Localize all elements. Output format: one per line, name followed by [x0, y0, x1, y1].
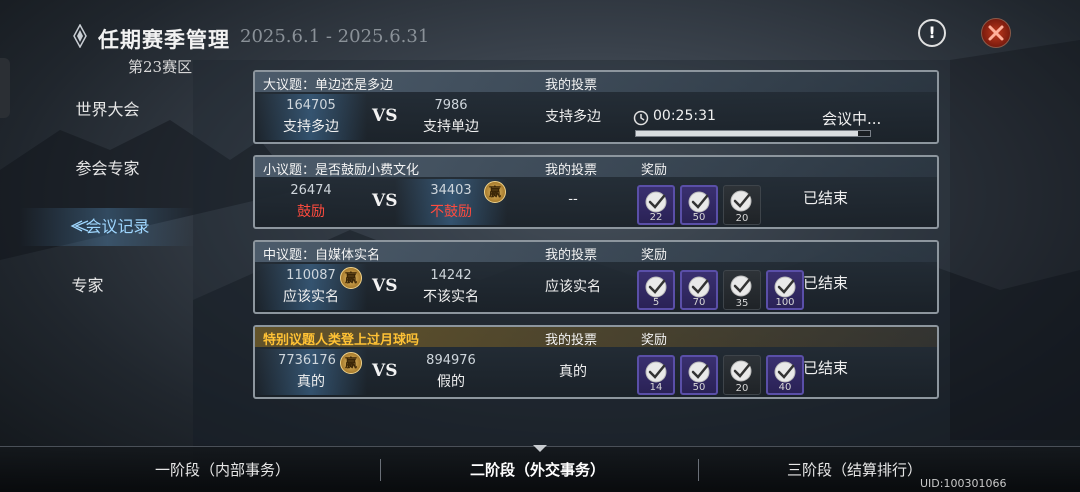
topic-card-special: 特别议题人类登上过月球吗 我的投票 奖励 7736176 真的 赢 VS 894… [253, 325, 939, 399]
phase-bar: 一阶段（内部事务） 二阶段（外交事务） 三阶段（结算排行） UID:100301… [0, 445, 1080, 492]
reward-item[interactable]: 22 [637, 185, 675, 225]
reward-count: 40 [778, 382, 792, 393]
season-zone-label: 第23赛区 [128, 58, 193, 76]
reward-item[interactable]: 100 [766, 270, 804, 310]
active-phase-caret-icon [533, 445, 547, 452]
vs-label: VS [372, 106, 398, 126]
sidebar-item-experts-attending[interactable]: 参会专家 [20, 151, 195, 187]
info-button[interactable]: ! [918, 19, 946, 47]
topic-card-minor: 小议题：是否鼓励小费文化 我的投票 奖励 26474 鼓励 VS 34403 不… [253, 155, 939, 229]
reward-count: 50 [692, 382, 706, 393]
winner-badge: 赢 [340, 267, 362, 289]
reward-count: 100 [775, 297, 795, 308]
sidebar: 世界大会 参会专家 会议记录 专家 [20, 80, 195, 440]
right-option-label: 假的 [437, 374, 465, 390]
my-vote-header: 我的投票 [545, 333, 598, 348]
reward-count: 14 [649, 382, 663, 393]
close-icon [988, 25, 1004, 41]
diamond-logo-icon [73, 24, 87, 48]
season-date-range: 2025.6.1 - 2025.6.31 [240, 26, 430, 47]
left-option-label: 应该实名 [283, 289, 339, 305]
reward-item[interactable]: 40 [766, 355, 804, 395]
right-option-label: 支持单边 [423, 119, 479, 135]
reward-item[interactable]: 14 [637, 355, 675, 395]
my-vote-value: 支持多边 [545, 109, 601, 125]
meeting-status: 已结束 [803, 189, 849, 207]
user-id: UID:100301066 [920, 477, 1007, 490]
right-vote-count: 894976 [426, 353, 476, 368]
reward-item[interactable]: 20 [723, 355, 761, 395]
topic-title: 特别议题人类登上过月球吗 [263, 333, 420, 348]
reward-header: 奖励 [641, 333, 668, 348]
vs-label: VS [372, 361, 398, 381]
topic-title: 大议题：单边还是多边 [263, 78, 394, 93]
reward-item[interactable]: 50 [680, 355, 718, 395]
countdown-timer: 00:25:31 [653, 108, 716, 124]
reward-count: 22 [649, 212, 663, 223]
tab-phase-one[interactable]: 一阶段（内部事务） [155, 459, 290, 480]
topic-card-medium: 中议题：自媒体实名 我的投票 奖励 110087 应该实名 赢 VS 14242… [253, 240, 939, 314]
winner-badge: 赢 [484, 181, 506, 203]
vs-label: VS [372, 191, 398, 211]
reward-count: 20 [735, 213, 749, 224]
reward-header: 奖励 [641, 163, 668, 178]
reward-count: 70 [692, 297, 706, 308]
right-vote-count: 14242 [430, 268, 472, 283]
right-option-label: 不鼓励 [430, 204, 472, 220]
topic-title: 中议题：自媒体实名 [263, 248, 381, 263]
topic-title: 小议题：是否鼓励小费文化 [263, 163, 420, 178]
left-vote-count: 26474 [290, 183, 332, 198]
meeting-status: 会议中... [822, 110, 882, 128]
left-option-label: 支持多边 [283, 119, 339, 135]
reward-count: 20 [735, 383, 749, 394]
reward-item[interactable]: 70 [680, 270, 718, 310]
phase-divider [380, 459, 381, 481]
reward-item[interactable]: 5 [637, 270, 675, 310]
right-option-label: 不该实名 [423, 289, 479, 305]
clock-icon [633, 110, 649, 126]
my-vote-value: 真的 [559, 364, 587, 380]
side-tab-handle [0, 58, 10, 118]
tab-phase-three[interactable]: 三阶段（结算排行） [787, 459, 922, 480]
my-vote-value: 应该实名 [545, 279, 601, 295]
phase-divider [698, 459, 699, 481]
reward-item[interactable]: 50 [680, 185, 718, 225]
meeting-progress-bar [635, 130, 871, 137]
right-vote-count: 7986 [434, 98, 468, 113]
left-option-label: 鼓励 [297, 204, 325, 220]
reward-count: 5 [652, 297, 660, 308]
my-vote-header: 我的投票 [545, 163, 598, 178]
topic-card-major: 大议题：单边还是多边 我的投票 164705 支持多边 VS 7986 支持单边… [253, 70, 939, 144]
my-vote-header: 我的投票 [545, 78, 598, 93]
reward-count: 50 [692, 212, 706, 223]
meeting-status: 已结束 [803, 359, 849, 377]
reward-item[interactable]: 35 [723, 270, 761, 310]
reward-count: 35 [735, 298, 749, 309]
sidebar-item-world-congress[interactable]: 世界大会 [20, 92, 195, 128]
meeting-progress-fill [636, 131, 859, 136]
left-vote-count: 164705 [286, 98, 336, 113]
reward-item[interactable]: 20 [723, 185, 761, 225]
my-vote-header: 我的投票 [545, 248, 598, 263]
my-vote-value: -- [568, 191, 578, 207]
page-title: 任期赛季管理 [98, 27, 230, 52]
close-button[interactable] [981, 18, 1011, 48]
reward-header: 奖励 [641, 248, 668, 263]
vs-label: VS [372, 276, 398, 296]
sidebar-item-experts[interactable]: 专家 [0, 268, 175, 304]
winner-badge: 赢 [340, 352, 362, 374]
left-option-label: 真的 [297, 374, 325, 390]
meeting-status: 已结束 [803, 274, 849, 292]
tab-phase-two[interactable]: 二阶段（外交事务） [470, 459, 605, 480]
sidebar-item-meeting-records[interactable]: 会议记录 [30, 209, 205, 245]
